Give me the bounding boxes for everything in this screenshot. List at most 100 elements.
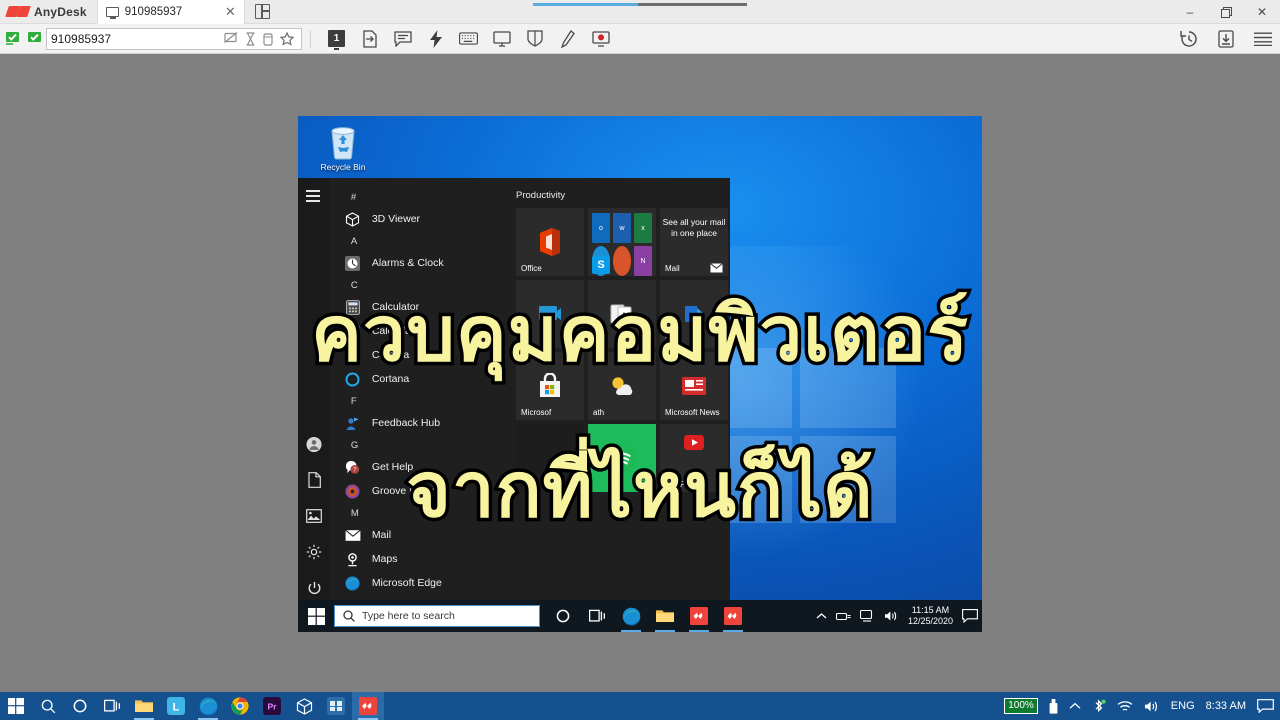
tile-mail[interactable]: See all your mail in one place Mail [660,208,728,276]
host-premiere-icon[interactable]: Pr [256,692,288,720]
action-center-icon[interactable] [962,609,978,623]
session-tab[interactable]: 910985937 ✕ [96,0,245,24]
documents-icon[interactable] [306,472,322,488]
pictures-icon[interactable] [306,508,322,524]
display-icon[interactable] [492,29,511,48]
start-app-groove-music[interactable]: Groove Music [329,479,507,503]
host-chrome-icon[interactable] [224,692,256,720]
start-app-get-help[interactable]: ? Get Help [329,455,507,479]
start-app-feedback-hub[interactable]: Feedback Hub [329,411,507,435]
app-letter-header-f[interactable]: F [329,391,507,411]
host-task-view-icon[interactable] [96,692,128,720]
hamburger-icon[interactable] [306,190,321,205]
permissions-shield-icon[interactable] [525,29,544,48]
start-app-maps[interactable]: Maps [329,547,507,571]
tile-office[interactable]: Office [516,208,584,276]
taskbar-anydesk-icon-2[interactable] [716,600,750,632]
app-letter-header-c[interactable]: C [329,275,507,295]
account-icon[interactable] [306,436,322,452]
host-3d-viewer-icon[interactable] [288,692,320,720]
app-letter-header-a[interactable]: A [329,231,507,251]
action-center-icon[interactable] [1257,699,1274,713]
host-anydesk-icon[interactable] [352,692,384,720]
minimize-button[interactable]: – [1172,0,1208,24]
taskbar-anydesk-icon[interactable] [682,600,716,632]
cortana-circle-icon[interactable] [546,600,580,632]
logo-rhombus-b [16,6,31,17]
host-clock[interactable]: 8:33 AM [1206,700,1246,712]
bluetooth-icon[interactable] [1092,699,1106,713]
close-icon[interactable]: ✕ [225,5,236,18]
taskbar-clock[interactable]: 11:15 AM 12/25/2020 [908,605,953,627]
battery-plug-icon[interactable] [1049,698,1058,714]
tile-microsoft-store[interactable]: Microsof [516,352,584,420]
menu-icon[interactable] [1253,29,1272,48]
tile-weather[interactable]: ath [588,352,656,420]
actions-lightning-icon[interactable] [426,29,445,48]
settings-icon[interactable] [306,544,322,560]
start-menu[interactable]: # 3D Viewer A Alarms & Clock C Calculato… [298,178,730,604]
tile-misc[interactable] [516,424,584,492]
start-app-microsoft-edge[interactable]: Microsoft Edge [329,571,507,595]
host-windows-start-icon[interactable] [0,692,32,720]
start-app-calculator[interactable]: Calculator [329,295,507,319]
host-cortana-circle-icon[interactable] [64,692,96,720]
start-menu-app-list[interactable]: # 3D Viewer A Alarms & Clock C Calculato… [329,178,507,604]
power-icon[interactable] [306,580,322,596]
start-app-3d-viewer[interactable]: 3D Viewer [329,207,507,231]
app-letter-header-g[interactable]: G [329,435,507,455]
maximize-button[interactable] [1208,0,1244,24]
app-letter-header-m[interactable]: M [329,503,507,523]
record-icon[interactable] [591,29,610,48]
app-letter-header[interactable]: # [329,187,507,207]
tile-solitaire[interactable] [588,280,656,348]
display-icon[interactable] [859,610,875,622]
file-transfer-icon[interactable] [360,29,379,48]
screen-block-icon[interactable] [224,32,238,45]
tile-microsoft-news[interactable]: Microsoft News [660,352,728,420]
remote-desktop-viewport[interactable]: Recycle Bin # 3D Viewer A Alarms & Clock… [298,116,982,632]
hourglass-icon[interactable] [245,31,256,46]
taskbar-file-explorer-icon[interactable] [648,600,682,632]
tile-movies-tv[interactable]: M [516,280,584,348]
start-app-cortana[interactable]: Cortana [329,367,507,391]
start-app-mail[interactable]: Mail [329,523,507,547]
whiteboard-pen-icon[interactable] [558,29,577,48]
volume-icon[interactable] [884,610,899,622]
start-menu-tiles[interactable]: Productivity Office o w x N S See all yo… [507,178,730,604]
host-line-icon[interactable]: L [160,692,192,720]
windows-start-icon[interactable] [298,600,334,632]
task-view-icon[interactable] [580,600,614,632]
address-input[interactable]: 910985937 [46,27,302,50]
new-tab-icon[interactable] [254,4,270,19]
host-file-explorer-icon[interactable] [128,692,160,720]
tile-office-apps-cluster[interactable]: o w x N S [588,208,656,276]
chat-icon[interactable] [393,29,412,48]
host-search-icon[interactable] [32,692,64,720]
wifi-icon[interactable] [1117,700,1133,713]
taskbar-search-input[interactable]: Type here to search [334,605,540,627]
clipboard-icon[interactable] [263,32,273,46]
tile-play[interactable]: Play [660,424,728,492]
star-icon[interactable] [280,31,294,46]
tile-todo[interactable]: To... [660,280,728,348]
tile-spotify[interactable] [588,424,656,492]
start-app-calendar[interactable]: Calendar [329,319,507,343]
network-icon[interactable] [835,611,851,622]
download-icon[interactable] [1216,29,1235,48]
recycle-bin-icon[interactable]: Recycle Bin [312,122,374,172]
taskbar-edge-icon[interactable] [614,600,648,632]
battery-percent-badge[interactable]: 100% [1004,698,1038,714]
start-app-alarms-clock[interactable]: Alarms & Clock [329,251,507,275]
language-indicator[interactable]: ENG [1171,700,1195,712]
monitor-select-button[interactable]: 1 [327,29,346,50]
history-icon[interactable] [1179,29,1198,48]
volume-icon[interactable] [1144,700,1160,713]
host-edge-icon[interactable] [192,692,224,720]
close-button[interactable]: ✕ [1244,0,1280,24]
keyboard-icon[interactable] [459,29,478,48]
chevron-up-icon[interactable] [816,612,827,620]
host-app-icon[interactable] [320,692,352,720]
chevron-up-icon[interactable] [1069,702,1081,710]
start-app-camera[interactable]: Camera [329,343,507,367]
